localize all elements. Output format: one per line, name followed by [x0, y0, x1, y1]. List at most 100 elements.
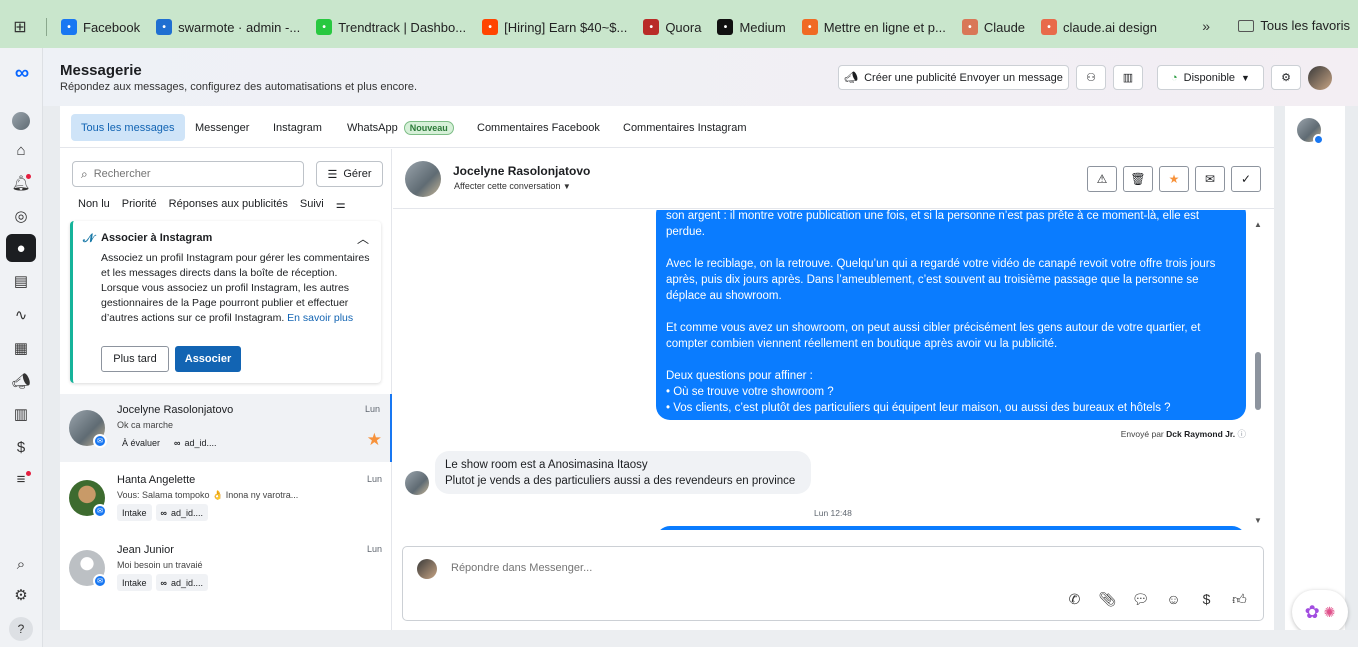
emoji-icon[interactable]: ☺ [1164, 591, 1183, 608]
conversation-item[interactable]: ✉ Jean Junior Moi besoin un travaié Lun … [60, 534, 392, 602]
tab-label: Instagram [273, 121, 322, 134]
report-spam-button[interactable]: ⚠ [1087, 166, 1117, 192]
activity-icon[interactable]: ∿ [10, 304, 32, 326]
all-favorites-button[interactable]: Tous les favoris [1238, 18, 1350, 33]
help-icon[interactable]: ? [9, 617, 33, 641]
message-line: • Vos clients, c’est plutôt des particul… [666, 402, 1171, 414]
saved-replies-icon[interactable]: 💬︎ [1131, 591, 1150, 608]
meta-icon: ∞ [160, 507, 167, 518]
tab-label: Commentaires Facebook [477, 121, 600, 134]
ad-id-tag: ∞ ad_id.... [155, 504, 208, 521]
conversation-view: Jocelyne Rasolonjatovo Affecter cette co… [393, 149, 1274, 630]
scrollbar-thumb[interactable] [1255, 352, 1261, 410]
thumbs-up-icon[interactable]: 👍︎ [1230, 591, 1249, 608]
ai-assistant-button[interactable]: ✿ ✺ [1292, 590, 1348, 634]
tab-instagram-comments[interactable]: Commentaires Instagram [613, 114, 757, 141]
star-icon: ★ [1168, 172, 1180, 186]
gear-icon: ⚙ [1281, 72, 1291, 84]
mark-done-button[interactable]: ✓ [1231, 166, 1261, 192]
conversation-tags: À évaluer ∞ ad_id.... [117, 434, 221, 451]
scroll-down-arrow-icon[interactable]: ▼ [1254, 516, 1262, 525]
bookmark-item[interactable]: • Medium [709, 13, 793, 41]
posts-stack-icon[interactable]: ▤ [10, 270, 32, 292]
tab-whatsapp[interactable]: WhatsApp Nouveau [337, 114, 464, 141]
monetization-dollar-icon[interactable]: $ [10, 436, 32, 458]
navigation-compass-icon[interactable]: ◎ [10, 205, 32, 227]
bookmark-item[interactable]: • Trendtrack | Dashbo... [308, 13, 474, 41]
tab-all-messages[interactable]: Tous les messages [71, 114, 185, 141]
attachment-icon[interactable]: 📎︎ [1098, 591, 1117, 608]
insights-button[interactable]: ▥ [1113, 65, 1143, 90]
filter-settings-icon[interactable]: ⚌ [330, 195, 352, 214]
settings-button[interactable]: ⚙ [1271, 65, 1301, 90]
bookmark-item[interactable]: • claude.ai design [1033, 13, 1165, 41]
conversation-item[interactable]: ✉ Jocelyne Rasolonjatovo Ok ca marche Lu… [60, 394, 392, 462]
search-box[interactable]: ⌕ [72, 161, 304, 187]
search-input[interactable] [93, 168, 284, 180]
bookmarks-divider [46, 18, 47, 36]
filter-priority[interactable]: Priorité [116, 195, 163, 214]
contact-avatar[interactable] [1297, 118, 1324, 145]
create-ad-button[interactable]: 📣︎ Créer une publicité Envoyer un messag… [838, 65, 1069, 90]
ad-id-text: ad_id.... [170, 507, 203, 518]
star-icon[interactable]: ★ [367, 430, 382, 450]
message-scrollbar[interactable]: ▲ ▼ [1254, 220, 1262, 530]
filter-unread[interactable]: Non lu [72, 195, 116, 214]
megaphone-icon: 📣︎ [844, 72, 859, 84]
meta-logo-icon[interactable]: ∞ [8, 62, 36, 84]
bookmark-label: [Hiring] Earn $40~$... [504, 19, 628, 35]
star-button[interactable]: ★ [1159, 166, 1189, 192]
filter-ad-replies[interactable]: Réponses aux publicités [163, 195, 294, 214]
conversation-tags: Intake ∞ ad_id.... [117, 574, 208, 591]
calendar-icon[interactable]: ▦ [10, 337, 32, 359]
learn-more-link[interactable]: En savoir plus [287, 312, 353, 324]
tab-facebook-comments[interactable]: Commentaires Facebook [467, 114, 610, 141]
profile-avatar[interactable] [10, 110, 32, 132]
upload-icon: • [801, 19, 818, 35]
bookmarks-more-button[interactable]: » [1202, 18, 1210, 34]
automation-button[interactable]: ⚇ [1076, 65, 1106, 90]
home-icon[interactable]: ⌂ [10, 139, 32, 161]
availability-clock-icon: ◔ [1171, 71, 1178, 84]
delete-button[interactable]: 🗑︎ [1123, 166, 1153, 192]
folder-icon [1238, 19, 1255, 32]
bookmark-item[interactable]: • Quora [635, 13, 709, 41]
trendtrack-icon: • [316, 19, 333, 35]
tab-messenger[interactable]: Messenger [185, 114, 259, 141]
bookmark-item[interactable]: • Claude [954, 13, 1033, 41]
bookmark-item[interactable]: • [Hiring] Earn $40~$... [474, 13, 635, 41]
reply-input[interactable] [451, 562, 951, 574]
user-avatar[interactable] [1308, 66, 1332, 90]
apps-grid-icon[interactable]: ⊞ [0, 17, 40, 37]
page-header: Messagerie Répondez aux messages, config… [43, 48, 1358, 106]
insights-chart-icon[interactable]: ▥ [10, 403, 32, 425]
availability-dropdown[interactable]: ◔ Disponible ▼ [1157, 65, 1264, 90]
incoming-message-bubble: Le show room est a Anosimasina Itaosy Pl… [435, 451, 811, 494]
settings-gear-icon[interactable]: ⚙ [10, 584, 32, 606]
tab-label: Tous les messages [81, 121, 175, 134]
manage-button[interactable]: ☰ Gérer [316, 161, 383, 187]
label-tag: Intake [117, 504, 152, 521]
search-icon[interactable]: ⌕ [10, 553, 32, 575]
assign-dropdown[interactable]: Affecter cette conversation ▼ [454, 181, 571, 191]
trash-icon: 🗑︎ [1130, 172, 1146, 186]
call-icon[interactable]: ✆ [1065, 591, 1084, 608]
sent-by-label: Envoyé par Dck Raymond Jr. ⓘ [1121, 428, 1246, 440]
associate-button[interactable]: Associer [175, 346, 241, 372]
mark-unread-button[interactable]: ✉ [1195, 166, 1225, 192]
filter-followup[interactable]: Suivi [294, 195, 330, 214]
chevron-down-icon: ▼ [1241, 72, 1250, 83]
tab-instagram[interactable]: Instagram [263, 114, 332, 141]
scroll-up-arrow-icon[interactable]: ▲ [1254, 220, 1262, 229]
bookmark-item[interactable]: • swarmote · admin -... [148, 13, 308, 41]
bookmark-item[interactable]: • Mettre en ligne et p... [794, 13, 954, 41]
later-button[interactable]: Plus tard [101, 346, 169, 372]
messaging-icon[interactable]: ● [6, 234, 36, 262]
inbox-panel: Tous les messages Messenger Instagram Wh… [60, 106, 1274, 630]
conversation-item[interactable]: ✉ Hanta Angelette Vous: Salama tompoko 👌… [60, 464, 392, 532]
bookmark-item[interactable]: • Facebook [53, 13, 148, 41]
collapse-chevron-icon[interactable]: ︿ [357, 230, 369, 247]
info-icon[interactable]: ⓘ [1237, 429, 1246, 439]
ads-megaphone-icon[interactable]: 📣︎ [10, 370, 32, 392]
payment-dollar-icon[interactable]: $ [1197, 591, 1216, 608]
